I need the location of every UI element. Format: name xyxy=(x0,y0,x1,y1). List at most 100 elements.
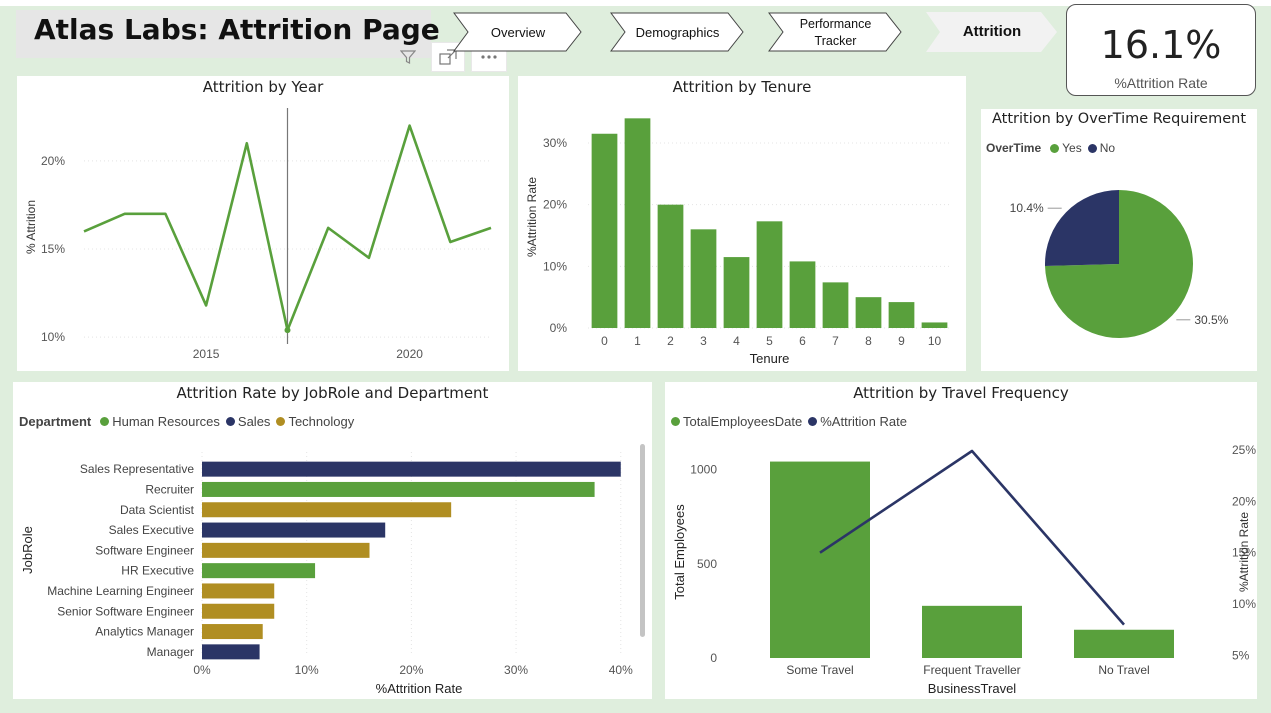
travel-y2tick: 5% xyxy=(1232,648,1250,662)
travel-bar xyxy=(770,461,870,658)
jobrole-xtick: 20% xyxy=(399,663,423,677)
travel-bar xyxy=(922,605,1022,658)
tenure-bar xyxy=(690,229,717,328)
tenure-xtick: 1 xyxy=(634,334,641,348)
overtime-chart-panel: Attrition by OverTime Requirement OverTi… xyxy=(981,109,1257,371)
jobrole-bar xyxy=(202,583,275,599)
attrition-rate-card: 16.1% %Attrition Rate xyxy=(1066,4,1256,96)
tenure-bar xyxy=(591,133,618,328)
jobrole-bar xyxy=(202,603,275,619)
year-xtick: 2015 xyxy=(193,347,220,361)
travel-xlabel: BusinessTravel xyxy=(928,681,1016,696)
jobrole-bar xyxy=(202,502,452,518)
tenure-bar xyxy=(723,257,750,328)
jobrole-bar xyxy=(202,624,263,640)
year-ylabel: % Attrition xyxy=(24,200,38,254)
tenure-xtick: 8 xyxy=(865,334,872,348)
jobrole-xtick: 30% xyxy=(504,663,528,677)
tenure-chart-panel: Attrition by Tenure 0% 10% 20% 30% 0 1 2 3 4 5 6 7 8… xyxy=(518,76,966,371)
jobrole-category-label: Software Engineer xyxy=(95,543,194,557)
jobrole-scrollbar[interactable] xyxy=(640,444,645,637)
tenure-xlabel: Tenure xyxy=(750,351,790,366)
filter-icon[interactable] xyxy=(391,42,425,72)
travel-xtick: No Travel xyxy=(1098,663,1149,677)
tenure-bar xyxy=(756,221,783,328)
tenure-xtick: 7 xyxy=(832,334,839,348)
jobrole-bar xyxy=(202,461,621,477)
jobrole-category-label: Analytics Manager xyxy=(95,625,194,639)
nav-attrition-button[interactable]: Attrition xyxy=(926,12,1058,52)
jobrole-chart-svg: 0% 10% 20% 30% 40% Sales Representative Recrui… xyxy=(20,452,633,696)
nav-performance-tracker-button[interactable]: Performance Tracker xyxy=(768,12,903,52)
tenure-chart-svg: 0% 10% 20% 30% 0 1 2 3 4 5 6 7 8 9 10 Tenure %Attrition … xyxy=(525,118,951,366)
tenure-ytick: 0% xyxy=(550,321,568,335)
jobrole-bar xyxy=(202,644,260,660)
travel-xtick: Frequent Traveller xyxy=(923,663,1020,677)
tenure-bar xyxy=(888,302,915,328)
jobrole-bar xyxy=(202,522,386,538)
travel-xtick: Some Travel xyxy=(786,663,853,677)
page-title-box: Atlas Labs: Attrition Page xyxy=(16,10,440,58)
jobrole-xtick: 40% xyxy=(609,663,633,677)
travel-chart-svg: 050010005%10%15%20%25%Some Travel Frequen… xyxy=(672,443,1256,696)
tenure-ylabel: %Attrition Rate xyxy=(525,177,539,257)
jobrole-chart-panel: Attrition Rate by JobRole and Department… xyxy=(13,382,652,699)
nav-overview-button[interactable]: Overview xyxy=(453,12,583,52)
tenure-bar xyxy=(657,204,684,328)
tenure-xtick: 2 xyxy=(667,334,674,348)
tenure-xtick: 9 xyxy=(898,334,905,348)
year-chart-svg: 10% 15% 20% 2015 2020 % Attrition xyxy=(24,108,492,361)
year-point xyxy=(284,327,291,334)
nav-demographics-label: Demographics xyxy=(635,25,720,40)
jobrole-bar xyxy=(202,542,370,558)
nav-performance-tracker-label: Performance Tracker xyxy=(799,17,872,48)
kpi-value: 16.1% xyxy=(1100,23,1222,67)
page-title: Atlas Labs: Attrition Page xyxy=(34,13,440,46)
jobrole-category-label: Senior Software Engineer xyxy=(57,604,194,618)
travel-ytick: 0 xyxy=(710,651,717,665)
travel-ylabel: Total Employees xyxy=(672,504,687,600)
jobrole-category-label: Sales Executive xyxy=(109,523,195,537)
jobrole-category-label: Data Scientist xyxy=(120,503,195,517)
year-chart-panel: Attrition by Year 10% 15% 20% 2015 2020% Att… xyxy=(17,76,509,371)
tenure-ytick: 10% xyxy=(543,259,567,273)
jobrole-xlabel: %Attrition Rate xyxy=(376,681,463,696)
overtime-slice-label: 10.4% xyxy=(1010,201,1044,215)
tenure-xtick: 3 xyxy=(700,334,707,348)
tenure-bar xyxy=(855,297,882,328)
tenure-ytick: 20% xyxy=(543,198,567,212)
nav-overview-label: Overview xyxy=(490,25,546,40)
travel-y2label: %Attrition Rate xyxy=(1237,512,1251,592)
year-xtick: 2020 xyxy=(396,347,423,361)
jobrole-category-label: HR Executive xyxy=(121,564,194,578)
jobrole-category-label: Machine Learning Engineer xyxy=(47,584,194,598)
jobrole-xtick: 10% xyxy=(295,663,319,677)
nav-attrition-label: Attrition xyxy=(962,23,1022,40)
travel-bar xyxy=(1074,629,1174,658)
overtime-chart-svg: 30.5% 10.4% xyxy=(1010,190,1229,338)
tenure-ytick: 30% xyxy=(543,136,567,150)
tenure-xtick: 0 xyxy=(601,334,608,348)
overtime-slice-label: 30.5% xyxy=(1194,313,1228,327)
overtime-slice-no xyxy=(1045,190,1119,266)
kpi-label: %Attrition Rate xyxy=(1114,75,1208,91)
travel-chart-panel: Attrition by Travel Frequency TotalEmplo… xyxy=(665,382,1257,699)
travel-y2tick: 10% xyxy=(1232,597,1256,611)
jobrole-bar xyxy=(202,481,595,497)
tenure-bar xyxy=(789,261,816,328)
jobrole-category-label: Manager xyxy=(147,645,194,659)
tenure-bar xyxy=(624,118,651,328)
jobrole-bar xyxy=(202,563,316,579)
year-ytick: 20% xyxy=(41,154,65,168)
tenure-xtick: 10 xyxy=(928,334,942,348)
jobrole-category-label: Sales Representative xyxy=(80,462,194,476)
travel-ytick: 1000 xyxy=(690,463,717,477)
year-ytick: 10% xyxy=(41,330,65,344)
tenure-xtick: 4 xyxy=(733,334,740,348)
tenure-bar xyxy=(921,322,948,328)
tenure-bar xyxy=(822,282,849,328)
travel-y2tick: 25% xyxy=(1232,443,1256,457)
jobrole-ylabel: JobRole xyxy=(20,526,35,574)
nav-demographics-button[interactable]: Demographics xyxy=(610,12,745,52)
travel-ytick: 500 xyxy=(697,557,717,571)
